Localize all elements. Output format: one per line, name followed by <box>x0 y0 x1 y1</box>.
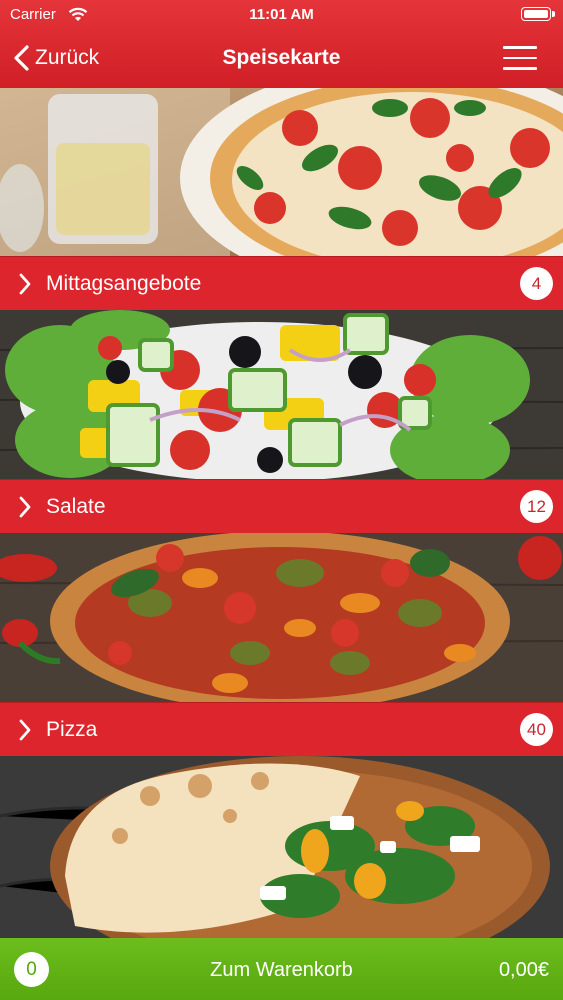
page-title: Speisekarte <box>222 46 341 69</box>
category-count-badge: 12 <box>520 490 553 523</box>
category-row-pizza[interactable]: Pizza 40 <box>0 702 563 756</box>
battery-icon <box>521 7 555 21</box>
category-label: Salate <box>46 495 106 518</box>
hamburger-menu-icon[interactable] <box>503 46 537 70</box>
chevron-right-icon <box>19 719 31 741</box>
calzone-photo[interactable] <box>0 756 563 938</box>
cart-label: Zum Warenkorb <box>210 959 353 981</box>
chevron-right-icon <box>19 273 31 295</box>
category-label: Mittagsangebote <box>46 272 202 295</box>
status-time: 11:01 AM <box>249 6 314 23</box>
greek-salad-photo[interactable] <box>0 310 563 480</box>
category-count-badge: 4 <box>520 267 553 300</box>
vegetable-pizza-photo[interactable] <box>0 533 563 703</box>
status-bar: Carrier 11:01 AM <box>0 0 563 30</box>
header: Carrier 11:01 AM Zurück Speisekarte <box>0 0 563 88</box>
navigation-bar: Zurück Speisekarte <box>0 30 563 88</box>
category-count-badge: 40 <box>520 713 553 746</box>
category-row-mittagsangebote[interactable]: Mittagsangebote 4 <box>0 256 563 310</box>
chevron-right-icon <box>19 496 31 518</box>
category-label: Pizza <box>46 718 98 741</box>
cart-button[interactable]: 0 Zum Warenkorb 0,00€ <box>0 938 563 1000</box>
category-row-salate[interactable]: Salate 12 <box>0 479 563 533</box>
cart-total: 0,00€ <box>498 959 549 981</box>
pizza-margherita-photo[interactable] <box>0 88 563 256</box>
